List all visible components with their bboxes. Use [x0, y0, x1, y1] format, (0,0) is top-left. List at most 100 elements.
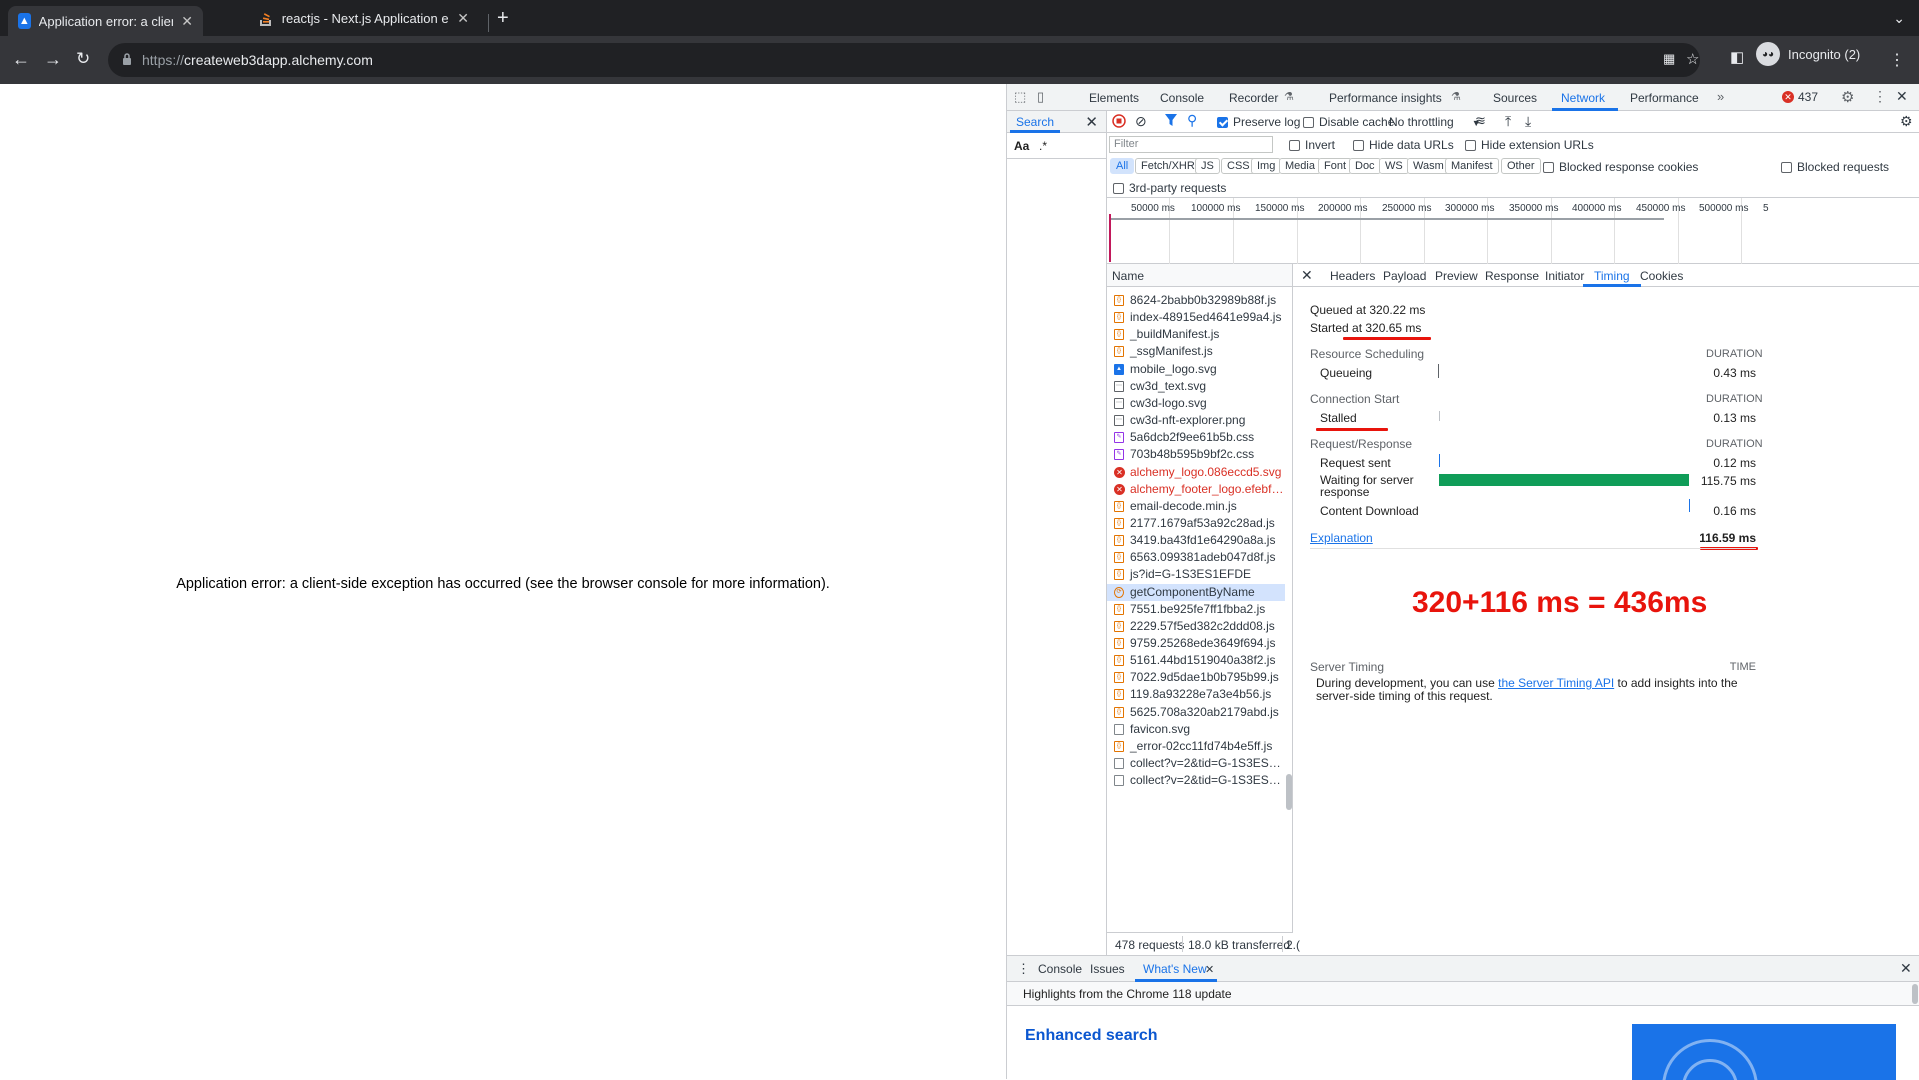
server-timing-api-link[interactable]: the Server Timing API — [1498, 676, 1614, 690]
tab-sources[interactable]: Sources — [1493, 91, 1537, 105]
more-tabs-icon[interactable]: » — [1717, 89, 1724, 104]
network-conditions-icon[interactable]: ≋ — [1475, 113, 1486, 129]
network-overview-timeline[interactable]: 50000 ms 100000 ms 150000 ms 200000 ms 2… — [1107, 198, 1919, 264]
request-row[interactable]: ✎ 703b48b595b9bf2c.css — [1107, 446, 1285, 463]
request-row[interactable]: {} js?id=G-1S3ES1EFDE — [1107, 566, 1285, 583]
url-text[interactable]: https://createweb3dapp.alchemy.com — [142, 52, 373, 68]
tab-network[interactable]: Network — [1561, 91, 1605, 105]
type-filter-other[interactable]: Other — [1501, 158, 1541, 174]
whats-new-feature-title[interactable]: Enhanced search — [1025, 1027, 1158, 1045]
filter-funnel-icon[interactable] — [1165, 114, 1177, 130]
filter-input[interactable]: Filter — [1109, 136, 1273, 153]
reload-icon[interactable]: ↻ — [76, 50, 90, 68]
hide-extension-urls-checkbox[interactable]: Hide extension URLs — [1465, 138, 1594, 152]
request-row[interactable]: collect?v=2&tid=G-1S3ES1EFDE... — [1107, 755, 1285, 772]
match-case-toggle[interactable]: Aa — [1014, 139, 1029, 153]
name-column-header[interactable]: Name — [1112, 269, 1144, 283]
explanation-link[interactable]: Explanation — [1310, 531, 1373, 545]
error-count-badge[interactable]: ✕ 437 — [1782, 90, 1818, 104]
browser-tab-active[interactable]: ▲ Application error: a client-side excep… — [8, 6, 203, 36]
new-tab-icon[interactable]: + — [497, 8, 509, 28]
type-filter-js[interactable]: JS — [1195, 158, 1220, 174]
request-row[interactable]: favicon.svg — [1107, 721, 1285, 738]
clear-icon[interactable]: ⊘ — [1135, 113, 1147, 130]
address-bar[interactable]: https://createweb3dapp.alchemy.com ▦ ☆ — [108, 43, 1700, 77]
invert-checkbox[interactable]: Invert — [1289, 138, 1335, 152]
request-row[interactable]: {} 2229.57f5ed382c2ddd08.js — [1107, 618, 1285, 635]
type-filter-fetch-xhr[interactable]: Fetch/XHR — [1135, 158, 1201, 174]
devtools-menu-icon[interactable]: ⋮ — [1873, 88, 1887, 105]
tab-recorder[interactable]: Recorder — [1229, 91, 1278, 105]
back-icon[interactable]: ← — [12, 50, 30, 68]
tab-performance[interactable]: Performance — [1630, 91, 1699, 105]
device-toolbar-icon[interactable]: ▯ — [1037, 89, 1044, 105]
request-row[interactable]: collect?v=2&tid=G-1S3ES1EFDE... — [1107, 772, 1285, 789]
drawer-tab-whats-new[interactable]: What's New — [1143, 962, 1207, 976]
request-row[interactable]: {} 6563.099381adeb047d8f.js — [1107, 549, 1285, 566]
incognito-profile-button[interactable]: ◕◕ Incognito (2) — [1756, 42, 1860, 66]
type-filter-manifest[interactable]: Manifest — [1445, 158, 1499, 174]
request-row[interactable]: {} index-48915ed4641e99a4.js — [1107, 309, 1285, 326]
disable-cache-checkbox[interactable]: Disable cache — [1303, 115, 1394, 129]
type-filter-ws[interactable]: WS — [1379, 158, 1409, 174]
request-list-scrollbar[interactable] — [1286, 774, 1292, 810]
preserve-log-checkbox[interactable]: Preserve log — [1217, 115, 1300, 129]
close-search-icon[interactable]: ✕ — [1085, 113, 1098, 131]
import-har-icon[interactable]: ⤒ — [1505, 113, 1511, 130]
browser-tab-2[interactable]: reactjs - Next.js Application error: a c… — [248, 0, 480, 36]
detail-tab-headers[interactable]: Headers — [1330, 269, 1375, 283]
request-row[interactable]: {} 9759.25268ede3649f694.js — [1107, 635, 1285, 652]
type-filter-media[interactable]: Media — [1279, 158, 1321, 174]
request-row[interactable]: {} 3419.ba43fd1e64290a8a.js — [1107, 532, 1285, 549]
request-row[interactable]: ⋯ cw3d-nft-explorer.png — [1107, 412, 1285, 429]
record-stop-icon[interactable] — [1112, 114, 1126, 131]
qr-share-icon[interactable]: ▦ — [1663, 51, 1675, 67]
detail-tab-initiator[interactable]: Initiator — [1545, 269, 1584, 283]
browser-menu-icon[interactable]: ⋮ — [1889, 50, 1905, 70]
request-row[interactable]: {} 5161.44bd1519040a38f2.js — [1107, 652, 1285, 669]
close-detail-icon[interactable]: ✕ — [1301, 267, 1313, 284]
request-row[interactable]: ▲ mobile_logo.svg — [1107, 361, 1285, 378]
regex-toggle[interactable]: .* — [1039, 139, 1047, 153]
third-party-requests-checkbox[interactable]: 3rd-party requests — [1113, 181, 1226, 195]
export-har-icon[interactable]: ⤓ — [1525, 113, 1531, 130]
type-filter-all[interactable]: All — [1110, 158, 1135, 174]
drawer-menu-icon[interactable]: ⋮ — [1017, 961, 1030, 977]
drawer-tab-console[interactable]: Console — [1038, 962, 1082, 976]
request-row[interactable]: ✕ alchemy_footer_logo.efebfd6f.svg — [1107, 481, 1285, 498]
request-row[interactable]: {} 8624-2babb0b32989b88f.js — [1107, 292, 1285, 309]
request-row[interactable]: {} email-decode.min.js — [1107, 498, 1285, 515]
type-filter-img[interactable]: Img — [1251, 158, 1282, 174]
forward-icon[interactable]: → — [44, 50, 62, 68]
tab-elements[interactable]: Elements — [1089, 91, 1139, 105]
hide-data-urls-checkbox[interactable]: Hide data URLs — [1353, 138, 1454, 152]
close-tab-icon[interactable]: ✕ — [456, 10, 470, 27]
throttling-select[interactable]: No throttling ▼ — [1389, 115, 1481, 129]
lock-icon[interactable] — [122, 52, 132, 66]
request-row[interactable]: {} 5625.708a320ab2179abd.js — [1107, 704, 1285, 721]
request-row[interactable]: ⋯ cw3d-logo.svg — [1107, 395, 1285, 412]
bookmark-star-icon[interactable]: ☆ — [1686, 50, 1699, 68]
type-filter-wasm[interactable]: Wasm — [1407, 158, 1450, 174]
detail-tab-timing[interactable]: Timing — [1594, 269, 1630, 283]
type-filter-font[interactable]: Font — [1318, 158, 1353, 174]
close-whats-new-icon[interactable]: ✕ — [1205, 963, 1214, 976]
request-row[interactable]: {} 7022.9d5dae1b0b795b99.js — [1107, 669, 1285, 686]
request-row[interactable]: {} _buildManifest.js — [1107, 326, 1285, 343]
detail-tab-cookies[interactable]: Cookies — [1640, 269, 1683, 283]
inspect-element-icon[interactable]: ⬚ — [1014, 89, 1026, 105]
drawer-scrollbar[interactable] — [1912, 984, 1918, 1004]
detail-tab-response[interactable]: Response — [1485, 269, 1539, 283]
type-filter-doc[interactable]: Doc — [1349, 158, 1381, 174]
search-icon[interactable]: ⚲ — [1187, 112, 1197, 129]
request-row[interactable]: ✎ 5a6dcb2f9ee61b5b.css — [1107, 429, 1285, 446]
request-row[interactable]: ⋯ cw3d_text.svg — [1107, 378, 1285, 395]
close-tab-icon[interactable]: ✕ — [181, 13, 193, 30]
settings-gear-icon[interactable]: ⚙ — [1841, 88, 1854, 106]
request-row[interactable]: {} 2177.1679af53a92c28ad.js — [1107, 515, 1285, 532]
request-row[interactable]: {} 119.8a93228e7a3e4b56.js — [1107, 686, 1285, 703]
request-row[interactable]: ⟳ getComponentByName — [1107, 583, 1285, 601]
tab-console[interactable]: Console — [1160, 91, 1204, 105]
drawer-tab-issues[interactable]: Issues — [1090, 962, 1125, 976]
request-row[interactable]: {} _error-02cc11fd74b4e5ff.js — [1107, 738, 1285, 755]
